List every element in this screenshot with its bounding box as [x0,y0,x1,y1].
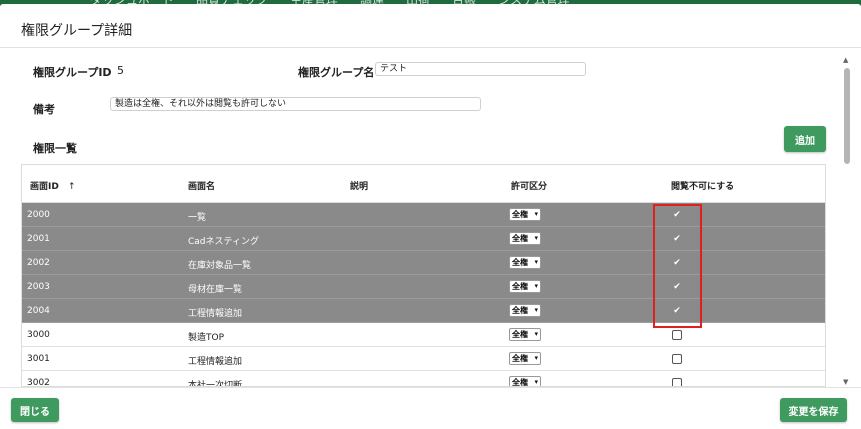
cell-screen-id: 2003 [27,282,50,292]
hide-checkbox[interactable] [672,378,682,386]
header-screen-id-label: 画面ID [30,182,59,192]
header-screen-name[interactable]: 画面名 [188,179,215,192]
permissions-list-label: 権限一覧 [33,142,77,155]
cell-screen-id: 3000 [27,330,50,340]
permission-group-detail-modal: 権限グループ詳細 権限グループID 5 権限グループ名 テスト 備考 製造は全権… [0,4,861,429]
close-button[interactable]: 閉じる [11,398,59,422]
group-id-value: 5 [117,64,124,77]
permission-select-value: 全権 [512,282,528,291]
add-button[interactable]: 追加 [784,126,826,152]
sort-ascending-icon[interactable]: ↑ [68,182,76,192]
modal-title: 権限グループ詳細 [21,23,133,39]
permission-select-value: 全権 [512,210,528,219]
chevron-down-icon: ▾ [534,210,538,218]
cell-screen-id: 2002 [27,258,50,268]
cell-screen-id: 3002 [27,378,50,387]
header-permission-type[interactable]: 許可区分 [511,179,547,192]
cell-screen-name: Cadネスティング [188,237,259,247]
table-row[interactable]: 3000 製造TOP 全権 ▾ [22,323,825,347]
remarks-input[interactable]: 製造は全権、それ以外は閲覧も許可しない [110,97,481,111]
scroll-thumb[interactable] [844,68,850,164]
permission-select[interactable]: 全権 ▾ [509,208,541,221]
table-row[interactable]: 3001 工程情報追加 全権 ▾ [22,347,825,371]
permission-select-value: 全権 [512,258,528,267]
highlight-box [653,204,702,328]
table-row[interactable]: 3002 本社一次切断 全権 ▾ [22,371,825,387]
modal-footer: 閉じる 変更を保存 [0,387,861,425]
remarks-label: 備考 [33,103,55,116]
save-changes-button[interactable]: 変更を保存 [780,398,847,422]
cell-screen-name: 工程情報追加 [188,357,243,367]
permission-select-value: 全権 [512,330,528,339]
permissions-table: 画面ID ↑ 画面名 説明 許可区分 閲覧不可にする 2000 一覧 全権 ▾ ✔ 200… [21,164,826,387]
scroll-up-icon[interactable]: ▲ [843,56,848,64]
group-id-label: 権限グループID [33,66,112,79]
permission-select[interactable]: 全権 ▾ [509,304,541,317]
cell-screen-name: 一覧 [188,213,207,223]
cell-screen-name: 本社一次切断 [188,381,243,387]
cell-screen-id: 2000 [27,210,50,220]
modal-header: 権限グループ詳細 [0,4,861,48]
group-name-input[interactable]: テスト [375,62,586,76]
scroll-down-icon[interactable]: ▼ [843,378,848,386]
cell-screen-name: 製造TOP [188,333,225,343]
permission-select[interactable]: 全権 ▾ [509,352,541,365]
table-row[interactable]: 2001 Cadネスティング 全権 ▾ ✔ [22,227,825,251]
modal-scrollbar[interactable]: ▲ ▼ [842,56,852,388]
permission-select[interactable]: 全権 ▾ [509,280,541,293]
permission-select-value: 全権 [512,354,528,363]
chevron-down-icon: ▾ [534,258,538,266]
header-description[interactable]: 説明 [350,179,368,192]
table-row[interactable]: 2000 一覧 全権 ▾ ✔ [22,203,825,227]
chevron-down-icon: ▾ [534,330,538,338]
table-row[interactable]: 2002 在庫対象品一覧 全権 ▾ ✔ [22,251,825,275]
chevron-down-icon: ▾ [534,306,538,314]
cell-screen-id: 3001 [27,354,50,364]
cell-screen-name: 工程情報追加 [188,309,243,319]
permission-select[interactable]: 全権 ▾ [509,232,541,245]
hide-checkbox[interactable] [672,330,682,340]
permission-select-value: 全権 [512,378,528,387]
cell-screen-id: 2001 [27,234,50,244]
table-row[interactable]: 2003 母材在庫一覧 全権 ▾ ✔ [22,275,825,299]
hide-checkbox[interactable] [672,354,682,364]
permission-select[interactable]: 全権 ▾ [509,328,541,341]
permission-select-value: 全権 [512,306,528,315]
cell-screen-id: 2004 [27,306,50,316]
cell-screen-name: 母材在庫一覧 [188,285,243,295]
header-screen-id[interactable]: 画面ID ↑ [30,179,76,192]
table-row[interactable]: 2004 工程情報追加 全権 ▾ ✔ [22,299,825,323]
chevron-down-icon: ▾ [534,282,538,290]
header-hide[interactable]: 閲覧不可にする [671,179,734,192]
cell-screen-name: 在庫対象品一覧 [188,261,252,271]
permission-select-value: 全権 [512,234,528,243]
permission-select[interactable]: 全権 ▾ [509,256,541,269]
chevron-down-icon: ▾ [534,378,538,386]
table-header: 画面ID ↑ 画面名 説明 許可区分 閲覧不可にする [22,165,825,203]
permission-select[interactable]: 全権 ▾ [509,376,541,387]
group-name-label: 権限グループ名 [298,66,375,79]
chevron-down-icon: ▾ [534,354,538,362]
chevron-down-icon: ▾ [534,234,538,242]
